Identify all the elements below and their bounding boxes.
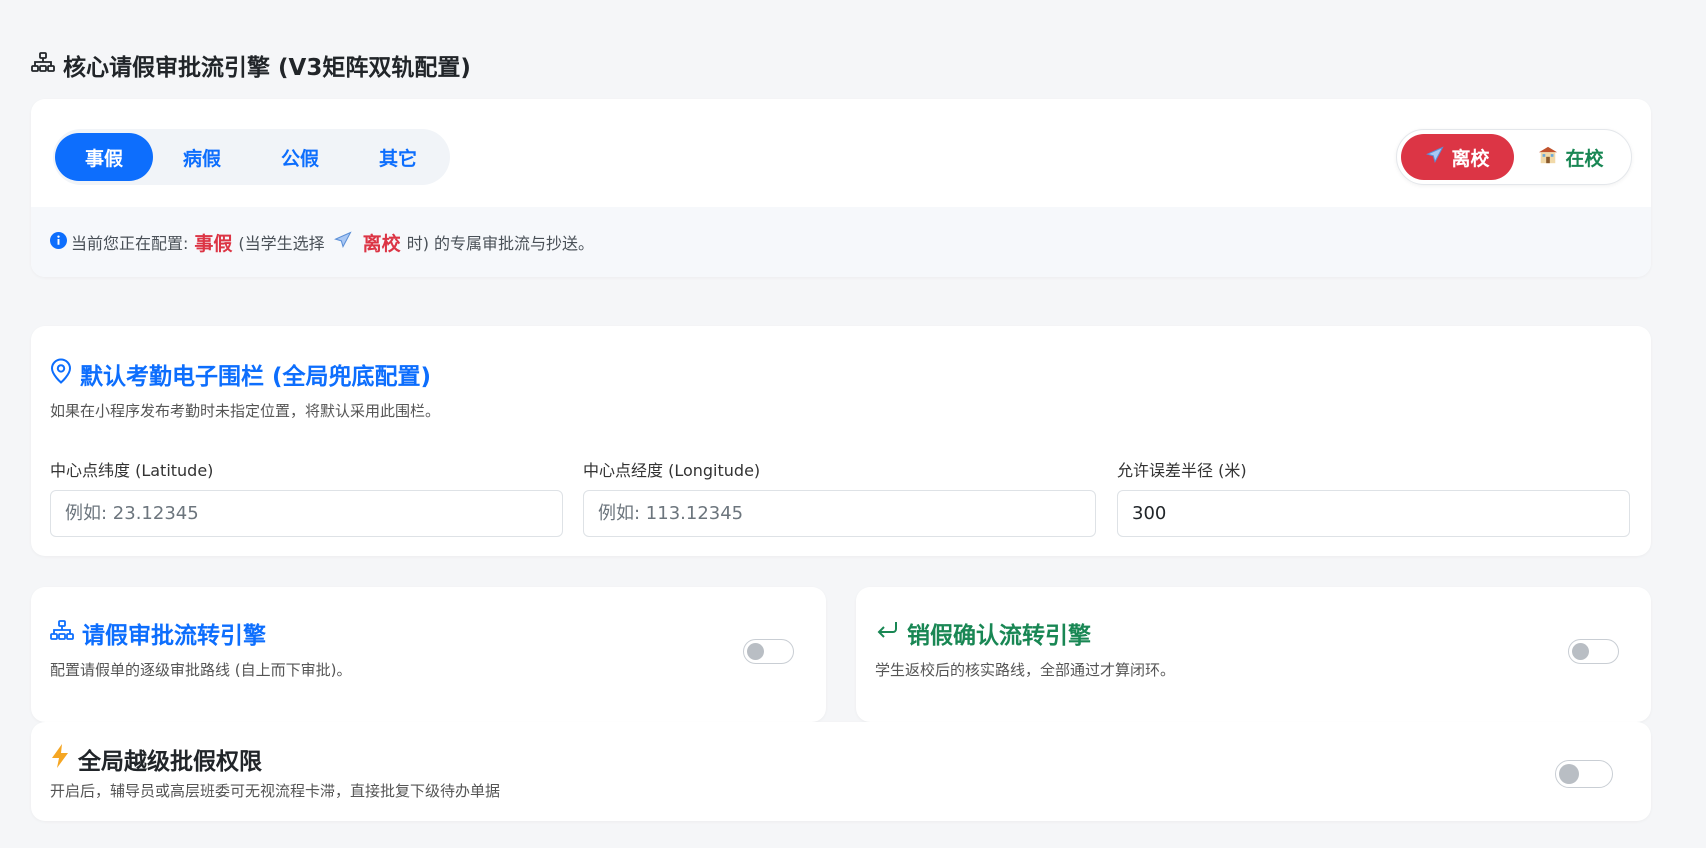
tab-other-leave[interactable]: 其它 — [349, 133, 447, 181]
info-prefix: 当前您正在配置: — [71, 234, 189, 253]
school-icon — [1537, 145, 1559, 170]
override-permission-card: 全局越级批假权限 开启后，辅导员或高层班委可无视流程卡滞，直接批复下级待办单据 — [31, 722, 1651, 821]
info-location: 离校 — [362, 232, 401, 255]
cancel-flow-title: 销假确认流转引擎 — [875, 616, 1091, 650]
approval-flow-toggle[interactable] — [743, 639, 794, 664]
leave-campus-button[interactable]: 离校 — [1401, 134, 1514, 180]
longitude-input[interactable] — [583, 490, 1096, 537]
geofence-title-text: 默认考勤电子围栏 (全局兜底配置) — [80, 364, 432, 390]
radius-input[interactable] — [1117, 490, 1630, 537]
stay-campus-label: 在校 — [1565, 147, 1604, 170]
approval-flow-card: 请假审批流转引擎 配置请假单的逐级审批路线 (自上而下审批)。 — [31, 587, 826, 722]
config-selector-card: 事假 病假 公假 其它 离校 在校 当前您正在配置: 事假 (当学生选择 离校 … — [31, 99, 1651, 277]
current-config-info: 当前您正在配置: 事假 (当学生选择 离校 时) 的专属审批流与抄送。 — [31, 207, 1651, 277]
tab-official-leave[interactable]: 公假 — [251, 133, 349, 181]
latitude-label: 中心点纬度 (Latitude) — [50, 461, 214, 480]
airplane-icon — [1425, 145, 1445, 170]
location-toggle: 离校 在校 — [1396, 129, 1632, 185]
tab-personal-leave[interactable]: 事假 — [55, 133, 153, 181]
override-desc: 开启后，辅导员或高层班委可无视流程卡滞，直接批复下级待办单据 — [50, 782, 501, 800]
toggle-knob — [747, 643, 764, 660]
page-title-text: 核心请假审批流引擎 (V3矩阵双轨配置) — [63, 55, 471, 81]
geofence-card: 默认考勤电子围栏 (全局兜底配置) 如果在小程序发布考勤时未指定位置，将默认采用… — [31, 326, 1651, 556]
leave-campus-label: 离校 — [1451, 147, 1490, 170]
sitemap-icon — [31, 52, 55, 78]
sitemap-icon — [50, 620, 74, 646]
toggle-knob — [1572, 643, 1589, 660]
stay-campus-button[interactable]: 在校 — [1514, 134, 1627, 180]
cancel-flow-card: 销假确认流转引擎 学生返校后的核实路线，全部通过才算闭环。 — [856, 587, 1651, 722]
radius-label: 允许误差半径 (米) — [1117, 461, 1247, 480]
cancel-flow-toggle[interactable] — [1568, 639, 1619, 664]
map-pin-icon — [50, 358, 72, 390]
latitude-input[interactable] — [50, 490, 563, 537]
cancel-flow-title-text: 销假确认流转引擎 — [907, 623, 1091, 649]
info-suffix: 时) 的专属审批流与抄送。 — [406, 234, 595, 253]
lightning-icon — [50, 743, 70, 775]
override-toggle[interactable] — [1555, 760, 1613, 788]
override-title: 全局越级批假权限 — [50, 742, 262, 776]
geofence-desc: 如果在小程序发布考勤时未指定位置，将默认采用此围栏。 — [50, 402, 441, 420]
toggle-knob — [1559, 764, 1579, 784]
longitude-label: 中心点经度 (Longitude) — [583, 461, 761, 480]
approval-flow-desc: 配置请假单的逐级审批路线 (自上而下审批)。 — [50, 661, 352, 679]
leave-type-tabs: 事假 病假 公假 其它 — [53, 129, 450, 185]
info-mid: (当学生选择 — [238, 234, 325, 253]
info-icon — [50, 231, 67, 253]
override-title-text: 全局越级批假权限 — [78, 749, 262, 775]
geofence-title: 默认考勤电子围栏 (全局兜底配置) — [50, 357, 431, 391]
page-title: 核心请假审批流引擎 (V3矩阵双轨配置) — [31, 48, 471, 82]
approval-flow-title-text: 请假审批流转引擎 — [82, 623, 266, 649]
info-leave-type: 事假 — [194, 232, 233, 255]
cancel-flow-desc: 学生返校后的核实路线，全部通过才算闭环。 — [875, 661, 1176, 679]
tab-sick-leave[interactable]: 病假 — [153, 133, 251, 181]
return-arrow-icon — [875, 620, 899, 646]
airplane-icon — [333, 230, 353, 254]
approval-flow-title: 请假审批流转引擎 — [50, 616, 266, 650]
